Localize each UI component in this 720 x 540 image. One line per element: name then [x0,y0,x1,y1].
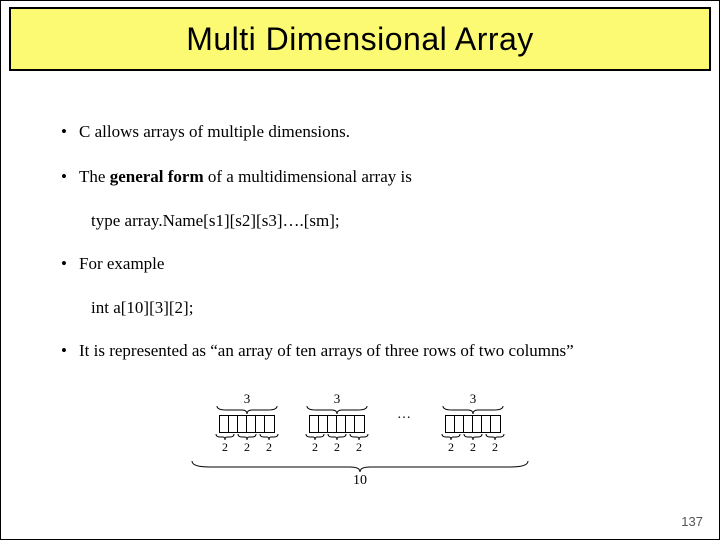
cells [219,415,275,433]
bottom-brace: 2 [349,433,369,453]
bottom-brace: 2 [485,433,505,453]
bullet-2: The general form of a multidimensional a… [61,166,679,189]
bullet-2-text: The general form of a multidimensional a… [79,166,412,189]
bottom-brace-label: 2 [470,441,476,453]
bullet-3: For example [61,253,679,276]
array-diagram: 3 2 2 2 3 [1,391,719,489]
bullet-dot-icon [61,253,79,276]
bottom-brace-label: 2 [334,441,340,453]
page-title: Multi Dimensional Array [186,21,534,58]
bottom-brace: 2 [237,433,257,453]
page-number: 137 [681,514,703,529]
cells [309,415,365,433]
top-brace: 3 [306,391,368,415]
cells [445,415,501,433]
overall-brace: 10 [190,459,530,489]
bottom-brace-label: 2 [356,441,362,453]
bottom-braces: 2 2 2 [305,433,369,453]
bullet-2-pre: The [79,167,110,186]
bullet-dot-icon [61,340,79,363]
bullet-dot-icon [61,121,79,144]
bottom-braces: 2 2 2 [441,433,505,453]
bottom-brace: 2 [441,433,461,453]
diagram-inner: 3 2 2 2 3 [190,391,530,489]
bullet-1: C allows arrays of multiple dimensions. [61,121,679,144]
bottom-brace-label: 2 [312,441,318,453]
bottom-brace-label: 2 [492,441,498,453]
bottom-brace-label: 2 [222,441,228,453]
blocks-row: 3 2 2 2 3 [215,391,505,453]
top-brace: 3 [216,391,278,415]
bottom-brace-label: 2 [266,441,272,453]
bottom-braces: 2 2 2 [215,433,279,453]
bullet-2-bold: general form [110,167,204,186]
array-block: 3 2 2 2 [305,391,369,453]
array-block: 3 2 2 2 [215,391,279,453]
bottom-brace: 2 [259,433,279,453]
bullet-dot-icon [61,166,79,189]
bottom-brace-label: 2 [448,441,454,453]
slide: Multi Dimensional Array C allows arrays … [0,0,720,540]
bottom-brace: 2 [463,433,483,453]
bullet-4: It is represented as “an array of ten ar… [61,340,679,363]
bottom-brace: 2 [327,433,347,453]
bottom-brace-label: 2 [244,441,250,453]
overall-brace-label: 10 [353,473,367,489]
bullet-4-text: It is represented as “an array of ten ar… [79,340,574,363]
bullet-3-text: For example [79,253,164,276]
code-line-1: type array.Name[s1][s2][s3]….[sm]; [91,211,679,231]
bottom-brace: 2 [305,433,325,453]
ellipsis: … [395,407,415,437]
content-area: C allows arrays of multiple dimensions. … [61,121,679,363]
bullet-1-text: C allows arrays of multiple dimensions. [79,121,350,144]
brace-down-icon [306,405,368,415]
top-brace: 3 [442,391,504,415]
title-band: Multi Dimensional Array [9,7,711,71]
brace-down-icon [216,405,278,415]
brace-up-large-icon [190,459,530,473]
brace-down-icon [442,405,504,415]
bullet-2-post: of a multidimensional array is [204,167,412,186]
code-line-2: int a[10][3][2]; [91,298,679,318]
array-block: 3 2 2 2 [441,391,505,453]
bottom-brace: 2 [215,433,235,453]
